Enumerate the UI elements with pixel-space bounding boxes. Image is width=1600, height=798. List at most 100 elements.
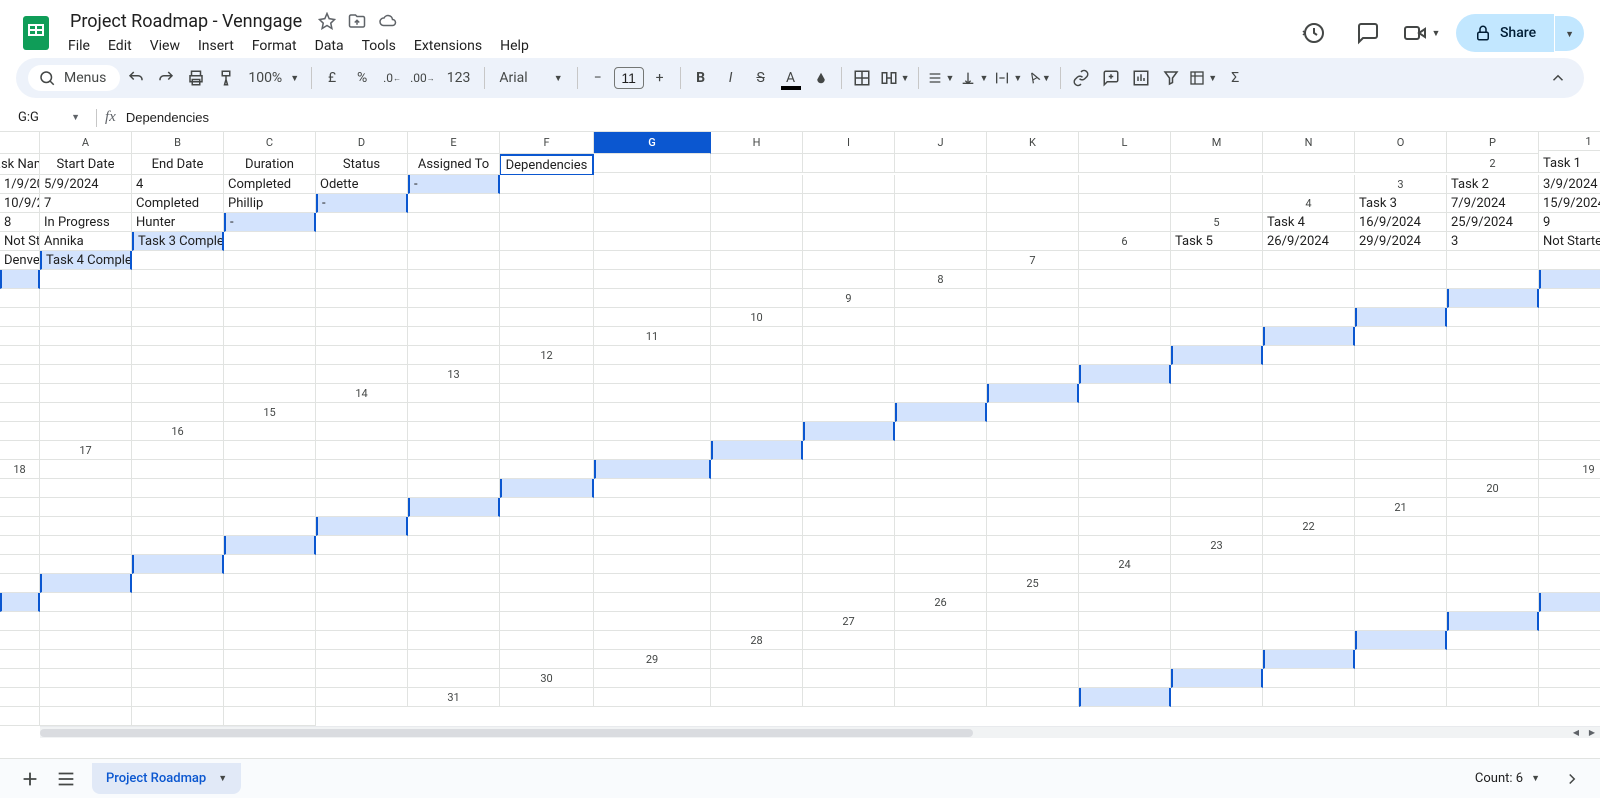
cell-H1[interactable] xyxy=(594,154,711,173)
cell-C26[interactable] xyxy=(1171,593,1263,612)
menu-format[interactable]: Format xyxy=(244,34,305,58)
cell-A9[interactable] xyxy=(895,289,987,308)
cell-C4[interactable]: 15/9/2024 xyxy=(1539,194,1600,213)
cell-A25[interactable] xyxy=(1079,574,1171,593)
cell-K22[interactable] xyxy=(594,536,711,555)
cell-F27[interactable] xyxy=(1355,612,1447,631)
cell-B20[interactable] xyxy=(0,498,40,517)
row-head-26[interactable]: 26 xyxy=(895,593,987,612)
col-head-B[interactable]: B xyxy=(132,132,224,154)
cell-N27[interactable] xyxy=(408,631,500,650)
cell-C29[interactable] xyxy=(895,650,987,669)
cell-N9[interactable] xyxy=(408,308,500,327)
cell-A8[interactable] xyxy=(987,270,1079,289)
cell-K21[interactable] xyxy=(711,517,803,536)
cell-F29[interactable] xyxy=(1171,650,1263,669)
cell-B6[interactable]: 26/9/2024 xyxy=(1263,232,1355,251)
cell-O30[interactable] xyxy=(224,688,316,707)
cell-G26[interactable] xyxy=(1539,593,1600,612)
cell-E9[interactable] xyxy=(1263,289,1355,308)
cell-J29[interactable] xyxy=(1539,650,1600,669)
cell-L2[interactable] xyxy=(895,175,987,194)
cell-B26[interactable] xyxy=(1079,593,1171,612)
comment-button[interactable] xyxy=(1097,64,1125,92)
cell-E7[interactable] xyxy=(1447,251,1539,270)
cell-F6[interactable]: Denver xyxy=(0,251,40,270)
cell-F7[interactable] xyxy=(1539,251,1600,270)
cell-K12[interactable] xyxy=(1539,346,1600,365)
cell-F21[interactable] xyxy=(224,517,316,536)
cell-H2[interactable] xyxy=(500,175,594,194)
cell-K25[interactable] xyxy=(316,593,408,612)
cell-F22[interactable] xyxy=(132,536,224,555)
cell-A15[interactable] xyxy=(316,403,408,422)
cell-G8[interactable] xyxy=(1539,270,1600,289)
cell-F12[interactable] xyxy=(1079,346,1171,365)
cell-M15[interactable] xyxy=(1447,403,1539,422)
cell-D12[interactable] xyxy=(895,346,987,365)
menu-help[interactable]: Help xyxy=(492,34,537,58)
cell-I25[interactable] xyxy=(132,593,224,612)
cell-L3[interactable] xyxy=(803,194,895,213)
cell-M27[interactable] xyxy=(316,631,408,650)
cell-K14[interactable] xyxy=(1355,384,1447,403)
cell-H13[interactable] xyxy=(1171,365,1263,384)
cell-M21[interactable] xyxy=(895,517,987,536)
col-head-I[interactable]: I xyxy=(803,132,895,154)
cell-J30[interactable] xyxy=(1447,669,1539,688)
cell-G1[interactable]: Dependencies xyxy=(500,154,594,175)
cell-J11[interactable] xyxy=(1539,327,1600,346)
select-all-corner[interactable] xyxy=(0,132,40,154)
chart-button[interactable] xyxy=(1127,64,1155,92)
cell-O4[interactable] xyxy=(987,213,1079,232)
cell-P25[interactable] xyxy=(803,593,895,612)
menus-search[interactable]: Menus xyxy=(28,65,120,91)
cell-I7[interactable] xyxy=(132,270,224,289)
cell-N29[interactable] xyxy=(224,669,316,688)
cell-N16[interactable] xyxy=(1447,422,1539,441)
col-head-F[interactable]: F xyxy=(500,132,594,154)
cell-N19[interactable] xyxy=(1171,479,1263,498)
cell-J14[interactable] xyxy=(1263,384,1355,403)
cell-B10[interactable] xyxy=(895,308,987,327)
cell-I8[interactable] xyxy=(40,289,132,308)
cell-L1[interactable] xyxy=(987,154,1079,173)
cell-C31[interactable] xyxy=(711,688,803,707)
cell-K16[interactable] xyxy=(1171,422,1263,441)
cell-M9[interactable] xyxy=(316,308,408,327)
paint-format-button[interactable] xyxy=(212,64,240,92)
cell-G10[interactable] xyxy=(1355,308,1447,327)
zoom-dropdown[interactable]: 100%▼ xyxy=(242,70,305,86)
row-head-1[interactable]: 1 xyxy=(1539,132,1600,151)
cell-P24[interactable] xyxy=(895,574,987,593)
doc-title[interactable]: Project Roadmap - Venngage xyxy=(64,9,308,34)
decrease-font-button[interactable]: − xyxy=(584,64,612,92)
cell-L23[interactable] xyxy=(594,555,711,574)
row-head-11[interactable]: 11 xyxy=(594,327,711,346)
cell-K19[interactable] xyxy=(895,479,987,498)
cell-O8[interactable] xyxy=(594,289,711,308)
cell-D28[interactable] xyxy=(1079,631,1171,650)
cell-G11[interactable] xyxy=(1263,327,1355,346)
cell-F13[interactable] xyxy=(987,365,1079,384)
cell-G3[interactable]: - xyxy=(316,194,408,213)
cell-P14[interactable] xyxy=(132,403,224,422)
cell-N22[interactable] xyxy=(895,536,987,555)
cell-E30[interactable] xyxy=(987,669,1079,688)
cell-B24[interactable] xyxy=(1263,555,1355,574)
increase-decimal-button[interactable]: .00→ xyxy=(408,64,437,92)
cell-C25[interactable] xyxy=(1263,574,1355,593)
cell-H10[interactable] xyxy=(1447,308,1539,327)
cell-P2[interactable] xyxy=(1263,175,1355,194)
cell-K30[interactable] xyxy=(1539,669,1600,688)
cell-M6[interactable] xyxy=(594,251,711,270)
bold-button[interactable]: B xyxy=(687,64,715,92)
cell-P23[interactable] xyxy=(987,555,1079,574)
cell-N31[interactable] xyxy=(40,707,132,726)
col-head-G[interactable]: G xyxy=(594,132,711,154)
cell-J1[interactable] xyxy=(803,154,895,173)
cell-P1[interactable] xyxy=(1355,154,1447,173)
cell-N7[interactable] xyxy=(594,270,711,289)
cell-D24[interactable] xyxy=(1447,555,1539,574)
sheet-tab[interactable]: Project Roadmap▼ xyxy=(92,763,241,794)
